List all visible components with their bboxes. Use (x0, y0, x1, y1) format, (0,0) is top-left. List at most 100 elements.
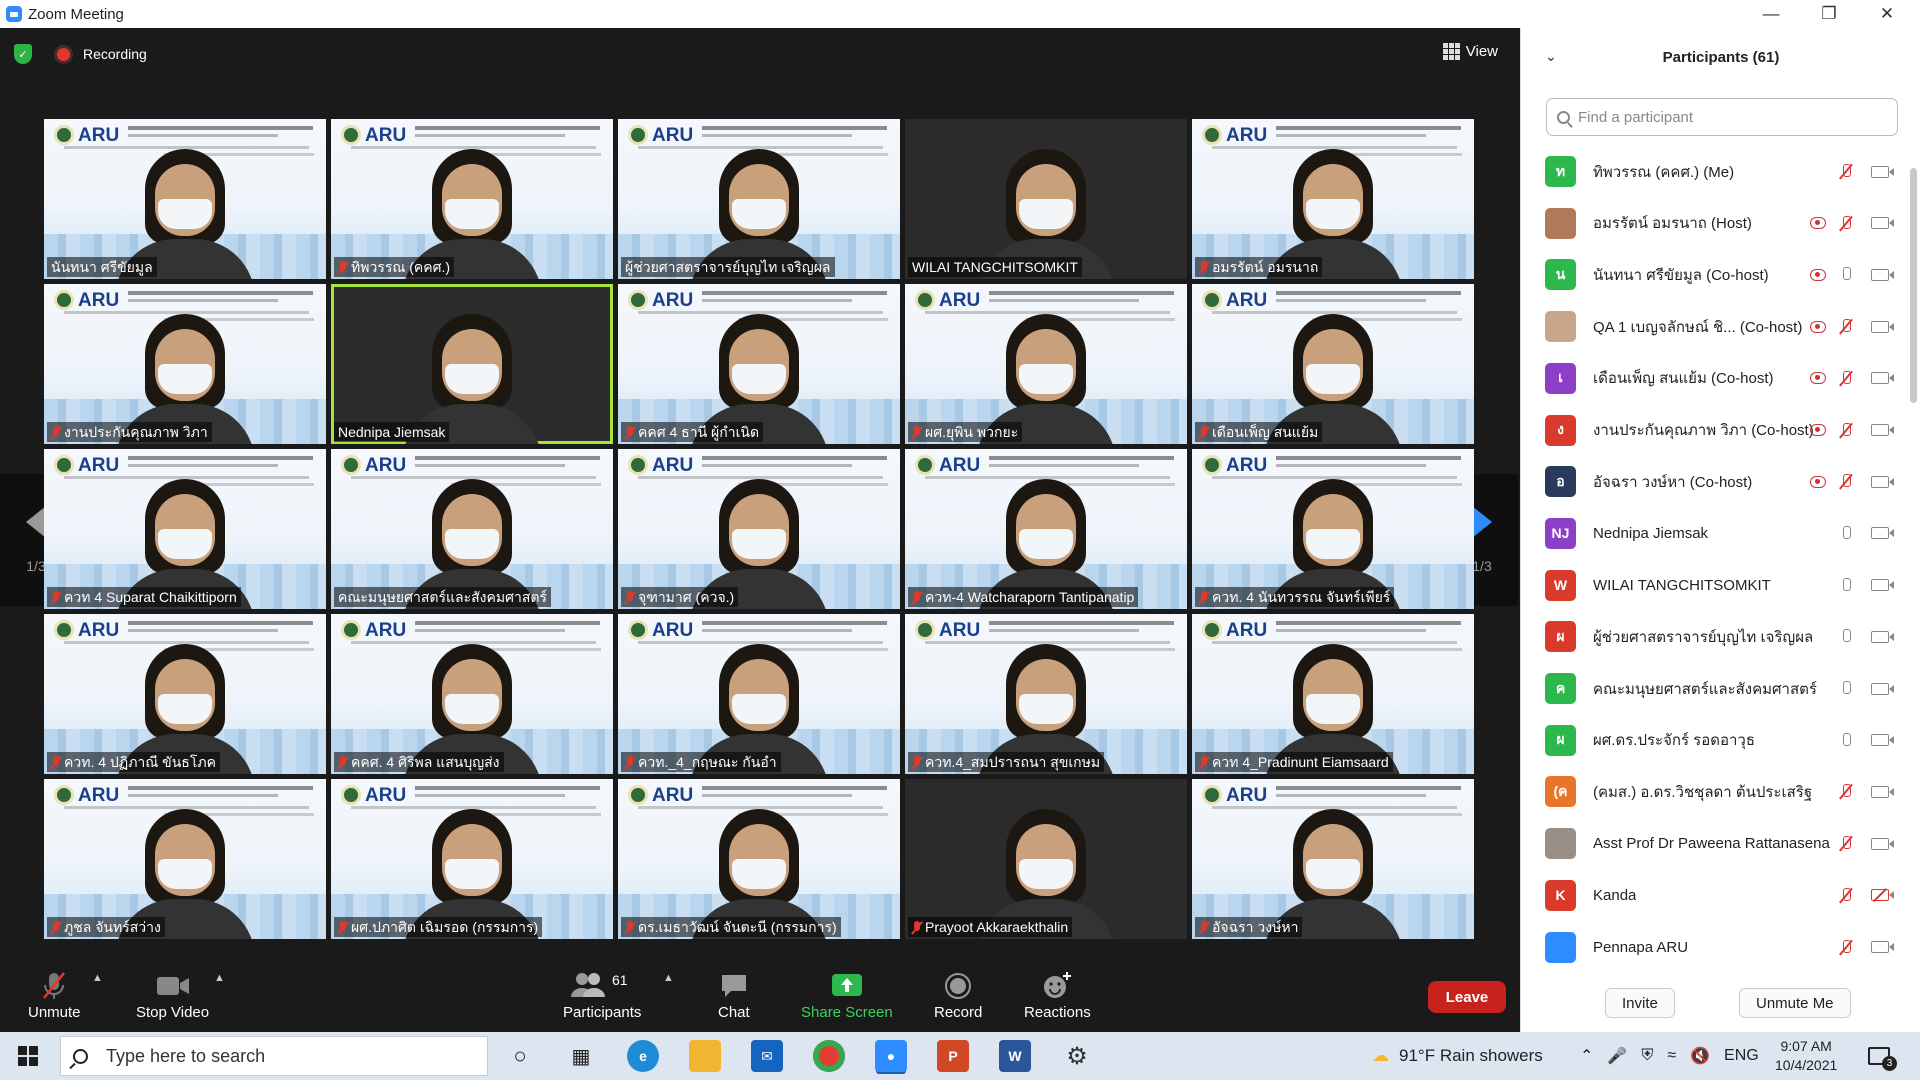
video-tile[interactable]: ARU ดร.เมธาวัฒน์ จันตะนี (กรรมการ) (618, 779, 900, 939)
participants-button[interactable]: 61 Participants (563, 968, 641, 1021)
video-tile[interactable]: ARU จุฑามาศ (ควจ.) (618, 449, 900, 609)
reactions-button[interactable]: Reactions (1024, 968, 1091, 1021)
task-view-icon[interactable]: ▦ (565, 1040, 597, 1072)
participant-row[interactable]: (ค (คมส.) อ.ดร.วิชชุลดา ต้นประเสริฐ (1521, 766, 1911, 817)
video-tile[interactable]: ARU คณะมนุษยศาสตร์และสังคมศาสตร์ (331, 449, 613, 609)
video-tile-name-text: ผศ.ปภาศิต เฉิมรอด (กรรมการ) (351, 919, 539, 935)
aru-logo-icon (915, 290, 935, 310)
close-button[interactable]: ✕ (1858, 0, 1916, 28)
find-participant-placeholder: Find a participant (1578, 108, 1694, 126)
chat-button[interactable]: Chat (718, 968, 750, 1021)
find-participant-input[interactable]: Find a participant (1546, 98, 1898, 136)
participant-row[interactable]: Pennapa ARU (1521, 922, 1911, 973)
restore-button[interactable]: ❐ (1800, 0, 1858, 28)
video-tile[interactable]: ARU ผู้ช่วยศาสตราจารย์บุญไท เจริญผล (618, 119, 900, 279)
grid-view-icon (1442, 43, 1460, 60)
video-tile[interactable]: ARU ควท 4_Pradinunt Eiamsaard (1192, 614, 1474, 774)
video-tile[interactable]: ARU คคศ. 4 ศิริพล แสนบุญส่ง (331, 614, 613, 774)
weather-rain-icon: ☁ (1372, 1046, 1389, 1065)
video-tile[interactable]: ARU ทิพวรรณ (คคศ.) (331, 119, 613, 279)
audio-options-caret-icon[interactable]: ▲ (92, 972, 103, 984)
chrome-icon[interactable] (813, 1040, 845, 1072)
aru-logo-icon (341, 455, 361, 475)
participant-row[interactable]: W WILAI TANGCHITSOMKIT (1521, 560, 1911, 611)
participant-row[interactable]: K Kanda (1521, 870, 1911, 921)
avatar: ผ (1545, 724, 1576, 756)
video-tile[interactable]: WILAI TANGCHITSOMKIT (905, 119, 1187, 279)
record-icon (944, 968, 972, 1004)
mail-icon[interactable]: ✉ (751, 1040, 783, 1072)
video-tile[interactable]: ARU ควท.4_สมปรารถนา สุขเกษม (905, 614, 1187, 774)
word-icon[interactable]: W (999, 1040, 1031, 1072)
window-title: Zoom Meeting (28, 5, 124, 23)
minimize-button[interactable]: — (1742, 0, 1800, 28)
tray-wifi-icon[interactable]: ≈ (1667, 1047, 1676, 1065)
video-tile[interactable]: Prayoot Akkaraekthalin (905, 779, 1187, 939)
video-tile[interactable]: ARU อัจฉรา วงษ์หา (1192, 779, 1474, 939)
participant-row[interactable]: ค คณะมนุษยศาสตร์และสังคมศาสตร์ (1521, 663, 1911, 714)
collapse-chevron-icon[interactable]: ⌄ (1545, 48, 1557, 65)
invite-button[interactable]: Invite (1605, 988, 1675, 1018)
participant-row[interactable]: NJ Nednipa Jiemsak (1521, 508, 1911, 559)
file-explorer-icon[interactable] (689, 1040, 721, 1072)
unmute-button[interactable]: Unmute (28, 968, 81, 1021)
tray-chevron-icon[interactable]: ⌃ (1580, 1046, 1593, 1066)
participant-row[interactable]: ผ ผู้ช่วยศาสตราจารย์บุญไท เจริญผล (1521, 611, 1911, 662)
share-screen-button[interactable]: Share Screen (801, 968, 893, 1021)
video-tile[interactable]: ARU ผศ.ยุพิน พวกยะ (905, 284, 1187, 444)
language-indicator[interactable]: ENG (1724, 1047, 1759, 1065)
participant-name: WILAI TANGCHITSOMKIT (1593, 576, 1771, 594)
video-tile[interactable]: ARU ควท. 4 ปฏิภาณี ขันธโภค (44, 614, 326, 774)
video-tile[interactable]: ARU ควท. 4 นันทวรรณ จันทร์เพียร์ (1192, 449, 1474, 609)
weather-widget[interactable]: ☁ 91°F Rain showers (1372, 1032, 1543, 1080)
powerpoint-icon[interactable]: P (937, 1040, 969, 1072)
zoom-taskbar-icon[interactable]: ● (875, 1040, 907, 1072)
video-tile[interactable]: ARU คคศ 4 ธานี ผู้กำเนิด (618, 284, 900, 444)
video-tile[interactable]: ARU งานประกันคุณภาพ วิภา (44, 284, 326, 444)
view-button[interactable]: View (1442, 43, 1498, 60)
edge-browser-icon[interactable]: e (627, 1040, 659, 1072)
video-tile[interactable]: ARU ผศ.ปภาศิต เฉิมรอด (กรรมการ) (331, 779, 613, 939)
video-tile-name: ผู้ช่วยศาสตราจารย์บุญไท เจริญผล (621, 257, 835, 277)
video-tile[interactable]: ARU ภูชล จันทร์สว่าง (44, 779, 326, 939)
participant-row[interactable]: เ เดือนเพ็ญ สนแย้ม (Co-host) (1521, 353, 1911, 404)
stop-video-button[interactable]: Stop Video (136, 968, 209, 1021)
participant-row[interactable]: ง งานประกันคุณภาพ วิภา (Co-host) (1521, 405, 1911, 456)
leave-button[interactable]: Leave (1428, 981, 1506, 1013)
participant-row[interactable]: ท ทิพวรรณ (คคศ.) (Me) (1521, 146, 1911, 197)
unmute-me-button[interactable]: Unmute Me (1739, 988, 1851, 1018)
reactions-label: Reactions (1024, 1004, 1091, 1021)
security-shield-icon[interactable]: ✓ (14, 44, 32, 64)
video-tile[interactable]: ARU อมรรัตน์ อมรนาถ (1192, 119, 1474, 279)
video-tile[interactable]: ARU นันทนา ศรีขัยมูล (44, 119, 326, 279)
video-tile-name: Nednipa Jiemsak (334, 422, 450, 442)
video-tile[interactable]: ARU ควท-4 Watcharaporn Tantipanatip (905, 449, 1187, 609)
participant-row[interactable]: Asst Prof Dr Paweena Rattanasena (1521, 818, 1911, 869)
video-tile[interactable]: ARU ควท._4_กฤษณะ กันอำ (618, 614, 900, 774)
participant-row[interactable]: อมรรัตน์ อมรนาถ (Host) (1521, 198, 1911, 249)
tray-microphone-icon[interactable]: 🎤 (1607, 1046, 1627, 1066)
participant-row[interactable]: QA 1 เบญจลักษณ์ ชิ... (Co-host) (1521, 301, 1911, 352)
windows-start-icon[interactable] (18, 1046, 38, 1066)
video-tile[interactable]: Nednipa Jiemsak (331, 284, 613, 444)
participant-row[interactable]: อ อัจฉรา วงษ์หา (Co-host) (1521, 456, 1911, 507)
taskbar-clock[interactable]: 9:07 AM 10/4/2021 (1775, 1032, 1837, 1080)
avatar: K (1545, 879, 1576, 911)
cortana-icon[interactable]: ○ (504, 1040, 536, 1072)
settings-gear-icon[interactable]: ⚙ (1061, 1040, 1093, 1072)
tray-speaker-muted-icon[interactable]: 🔇 (1690, 1046, 1710, 1066)
record-button[interactable]: Record (934, 968, 982, 1021)
video-tile-name-text: เดือนเพ็ญ สนแย้ม (1212, 424, 1319, 440)
video-tile[interactable]: ARU เดือนเพ็ญ สนแย้ม (1192, 284, 1474, 444)
aru-logo-icon (1202, 620, 1222, 640)
search-icon (1557, 110, 1570, 124)
participants-options-caret-icon[interactable]: ▲ (663, 972, 674, 984)
taskbar-search-box[interactable]: Type here to search (60, 1036, 488, 1076)
video-tile[interactable]: ARU ควท 4 Suparat Chaikittiporn (44, 449, 326, 609)
tray-security-icon[interactable]: ⛨ (1641, 1047, 1653, 1065)
participant-list-scrollbar[interactable] (1910, 168, 1917, 403)
video-options-caret-icon[interactable]: ▲ (214, 972, 225, 984)
participant-row[interactable]: ผ ผศ.ดร.ประจักร์ รอดอาวุธ (1521, 715, 1911, 766)
participant-row[interactable]: น นันทนา ศรีขัยมูล (Co-host) (1521, 249, 1911, 300)
notification-center-button[interactable]: 3 (1868, 1032, 1897, 1080)
